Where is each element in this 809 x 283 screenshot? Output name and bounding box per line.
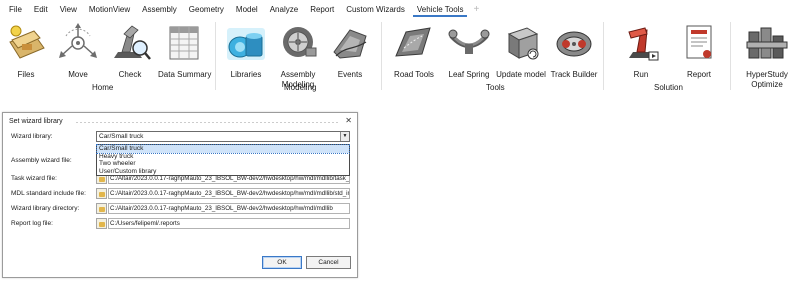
table-icon bbox=[169, 26, 199, 60]
track-builder-label: Track Builder bbox=[550, 70, 598, 79]
move-tool[interactable]: Move bbox=[52, 20, 104, 80]
wizard-library-dir-row: C:/Altair/2023.0.0.17-raghpMauto_23_IBSO… bbox=[96, 203, 350, 214]
menu-analyze[interactable]: Analyze bbox=[266, 3, 302, 16]
libraries-tool[interactable]: Libraries bbox=[220, 20, 272, 80]
menu-assembly[interactable]: Assembly bbox=[138, 3, 181, 16]
dialog-title: Set wizard library bbox=[9, 118, 63, 125]
wheel-icon bbox=[283, 27, 317, 57]
report-tool[interactable]: Report bbox=[673, 20, 725, 80]
hyperstudy-label: HyperStudy Optimize bbox=[746, 70, 788, 89]
run-icon bbox=[628, 27, 659, 61]
road-tools-tool[interactable]: Road Tools bbox=[388, 20, 440, 80]
dropdown-option-heavy-truck[interactable]: Heavy truck bbox=[97, 153, 349, 161]
group-label-modeling: Modeling bbox=[284, 83, 317, 92]
libraries-icon bbox=[227, 28, 265, 60]
check-label: Check bbox=[118, 70, 142, 79]
data-summary-label: Data Summary bbox=[158, 70, 212, 79]
task-wizard-file-label: Task wizard file: bbox=[11, 175, 57, 182]
hyperstudy-icon bbox=[746, 27, 788, 59]
events-tool[interactable]: Events bbox=[324, 20, 376, 80]
wizard-library-dir-label: Wizard library directory: bbox=[11, 205, 80, 212]
group-separator bbox=[381, 22, 382, 90]
group-label-home: Home bbox=[92, 83, 114, 92]
report-log-file-label: Report log file: bbox=[11, 220, 53, 227]
wizard-library-dir-field[interactable]: C:/Altair/2023.0.0.17-raghpMauto_23_IBSO… bbox=[108, 203, 350, 214]
folder-icon[interactable] bbox=[96, 203, 107, 214]
report-log-file-row: C:/Users/felipeml/.reports bbox=[96, 218, 350, 229]
menu-bar: File Edit View MotionView Assembly Geome… bbox=[0, 0, 809, 19]
menu-custom-wizards[interactable]: Custom Wizards bbox=[342, 3, 409, 16]
report-icon bbox=[686, 25, 712, 59]
hyperstudy-tool[interactable]: HyperStudy Optimize bbox=[738, 20, 796, 90]
assembly-modeling-tool[interactable]: Assembly Modeling bbox=[272, 20, 324, 90]
data-summary-tool[interactable]: Data Summary bbox=[158, 20, 212, 80]
menu-edit[interactable]: Edit bbox=[30, 3, 52, 16]
folder-icon[interactable] bbox=[96, 188, 107, 199]
mdl-standard-include-label: MDL standard include file: bbox=[11, 190, 86, 197]
wizard-library-value: Car/Small truck bbox=[99, 133, 144, 140]
report-label: Report bbox=[686, 70, 711, 79]
menu-geometry[interactable]: Geometry bbox=[185, 3, 228, 16]
group-label-solution: Solution bbox=[654, 83, 683, 92]
menu-report[interactable]: Report bbox=[306, 3, 338, 16]
update-model-tool[interactable]: Update model bbox=[495, 20, 547, 80]
leaf-spring-tool[interactable]: Leaf Spring bbox=[443, 20, 495, 80]
files-icon bbox=[9, 25, 45, 59]
dialog-drag-handle[interactable] bbox=[75, 121, 340, 124]
road-icon bbox=[395, 27, 431, 57]
cancel-button[interactable]: Cancel bbox=[306, 256, 351, 269]
menu-model[interactable]: Model bbox=[232, 3, 262, 16]
group-separator bbox=[730, 22, 731, 90]
folder-icon[interactable] bbox=[96, 218, 107, 229]
events-label: Events bbox=[337, 70, 363, 79]
close-icon[interactable]: ✕ bbox=[345, 116, 352, 125]
ribbon: Files Move Check Data Summary Libraries … bbox=[0, 20, 809, 92]
move-label: Move bbox=[68, 70, 88, 79]
check-tool[interactable]: Check bbox=[104, 20, 156, 80]
chevron-down-icon[interactable]: ▼ bbox=[340, 132, 349, 141]
group-separator bbox=[215, 22, 216, 90]
move-icon bbox=[59, 23, 97, 58]
wizard-library-select[interactable]: Car/Small truck ▼ bbox=[96, 131, 350, 142]
mdl-standard-include-field[interactable]: C:/Altair/2023.0.0.17-raghpMauto_23_IBSO… bbox=[108, 188, 350, 199]
files-tool[interactable]: Files bbox=[0, 20, 52, 80]
dropdown-option-user-custom-library[interactable]: User/Custom library bbox=[97, 168, 349, 176]
menu-view[interactable]: View bbox=[56, 3, 81, 16]
report-log-file-field[interactable]: C:/Users/felipeml/.reports bbox=[108, 218, 350, 229]
update-model-icon bbox=[507, 27, 539, 60]
files-label: Files bbox=[17, 70, 35, 79]
track-builder-icon bbox=[556, 31, 592, 57]
assembly-wizard-file-label: Assembly wizard file: bbox=[11, 157, 72, 164]
track-builder-tool[interactable]: Track Builder bbox=[548, 20, 600, 80]
run-label: Run bbox=[633, 70, 649, 79]
add-tab-icon[interactable]: + bbox=[473, 4, 479, 15]
leaf-spring-icon bbox=[448, 29, 490, 54]
leaf-spring-label: Leaf Spring bbox=[448, 70, 490, 79]
update-model-label: Update model bbox=[496, 70, 546, 79]
menu-file[interactable]: File bbox=[5, 3, 26, 16]
mdl-standard-include-row: C:/Altair/2023.0.0.17-raghpMauto_23_IBSO… bbox=[96, 188, 350, 199]
ok-button[interactable]: OK bbox=[262, 256, 302, 269]
wizard-library-label: Wizard library: bbox=[11, 133, 53, 140]
menu-vehicle-tools[interactable]: Vehicle Tools bbox=[412, 3, 468, 17]
dropdown-option-two-wheeler[interactable]: Two wheeler bbox=[97, 160, 349, 168]
events-icon bbox=[333, 29, 367, 59]
road-tools-label: Road Tools bbox=[394, 70, 434, 79]
libraries-label: Libraries bbox=[230, 70, 262, 79]
run-tool[interactable]: Run bbox=[615, 20, 667, 80]
dropdown-option-car-small-truck[interactable]: Car/Small truck bbox=[96, 144, 350, 154]
wizard-library-dropdown: Car/Small truck Heavy truck Two wheeler … bbox=[96, 144, 350, 176]
group-label-tools: Tools bbox=[486, 83, 505, 92]
menu-motionview[interactable]: MotionView bbox=[85, 3, 134, 16]
check-icon bbox=[114, 25, 151, 60]
group-separator bbox=[603, 22, 604, 90]
